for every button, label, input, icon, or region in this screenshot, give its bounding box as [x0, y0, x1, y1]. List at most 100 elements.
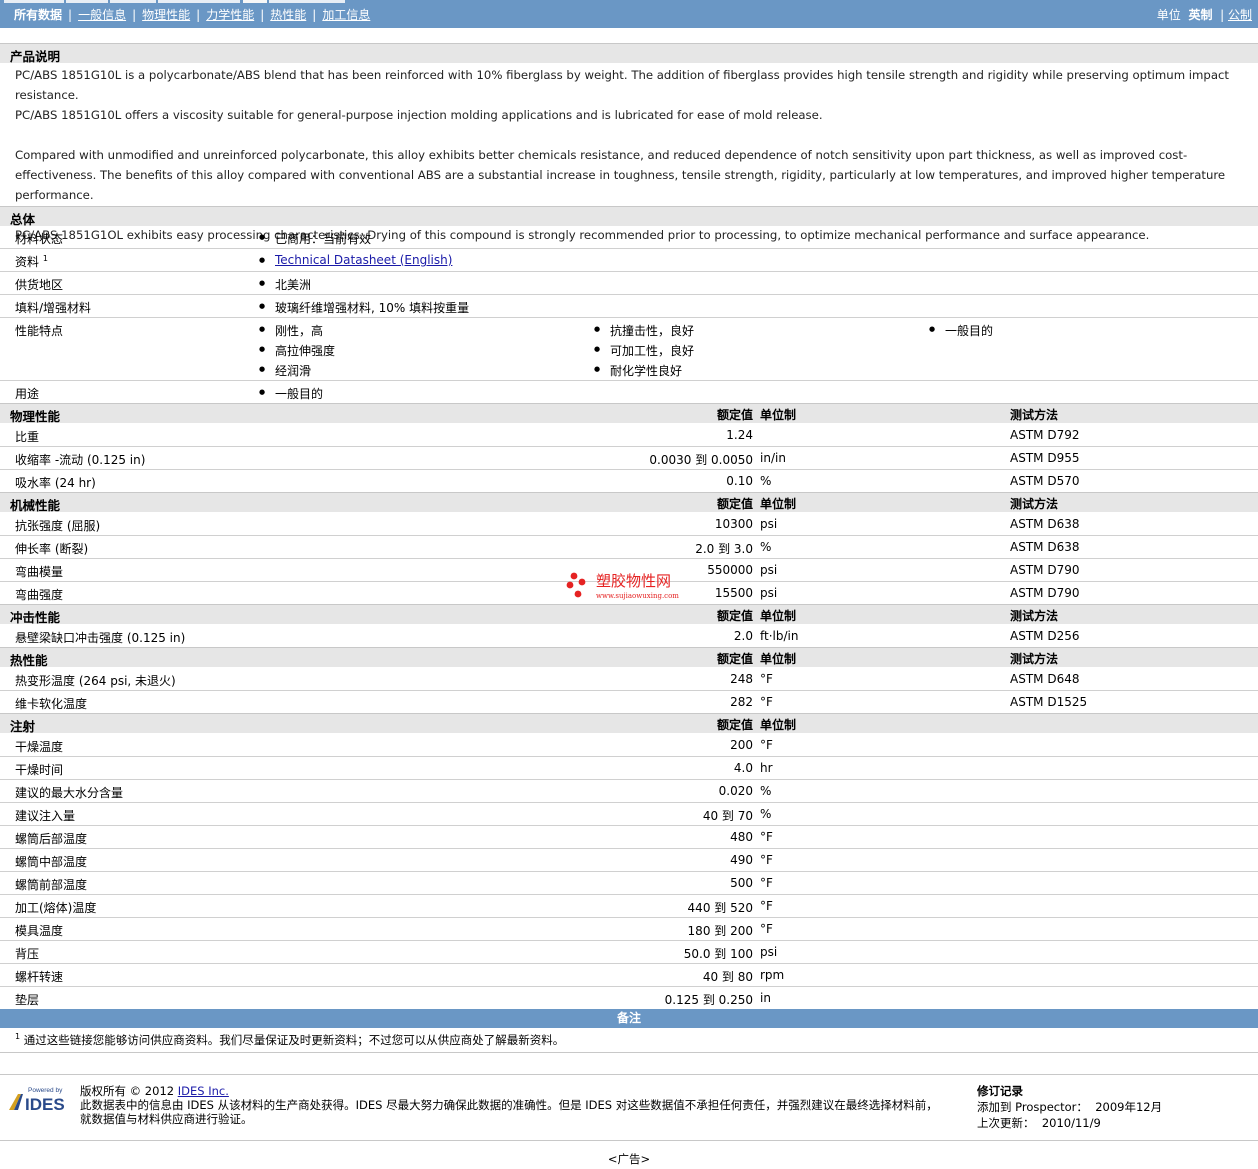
row-label: 用途: [15, 387, 40, 401]
row-method: ASTM D955: [1010, 451, 1080, 465]
technical-datasheet-link[interactable]: Technical Datasheet (English): [275, 253, 452, 267]
tab-stub[interactable]: [243, 0, 268, 3]
description-paragraph: Compared with unmodified and unreinforce…: [15, 148, 1226, 202]
added-label: 添加到 Prospector：: [977, 1100, 1088, 1114]
updated-value: 2010/11/9: [1041, 1116, 1101, 1130]
docs-label: 资料: [15, 255, 40, 269]
footnote-number: 1: [15, 1032, 21, 1042]
nav-link-thermal[interactable]: 热性能: [270, 8, 306, 22]
divider: [0, 1052, 1258, 1053]
table-row: 资料 1 Technical Datasheet (English): [0, 249, 1258, 272]
table-row: 热变形温度 (264 psi, 未退火) 248 °F ASTM D648: [0, 668, 1258, 691]
row-value: 282: [730, 695, 753, 709]
table-row: 加工(熔体)温度 440 到 520 °F: [0, 895, 1258, 918]
row-label: 填料/增强材料: [15, 301, 92, 315]
row-value: 490: [730, 853, 753, 867]
row-unit: psi: [760, 517, 778, 531]
table-row: 性能特点 刚性，高 高拉伸强度 经润滑 抗撞击性，良好 可加工性，良好 耐化学性…: [0, 318, 1258, 381]
table-row: 垫层 0.125 到 0.250 in: [0, 987, 1258, 1009]
ad-label[interactable]: <广告>: [0, 1151, 1258, 1167]
row-value: 一般目的: [259, 385, 323, 402]
row-unit: %: [760, 784, 772, 798]
row-method: ASTM D790: [1010, 586, 1080, 600]
revision-title: 修订记录: [977, 1084, 1023, 1098]
table-row: 维卡软化温度 282 °F ASTM D1525: [0, 691, 1258, 713]
tab-stub[interactable]: [110, 0, 157, 3]
unit-switcher: 单位 英制 | 公制: [1157, 6, 1252, 23]
row-unit: °F: [760, 695, 773, 709]
tab-stub[interactable]: [66, 0, 109, 3]
description-paragraph: PC/ABS 1851G10L offers a viscosity suita…: [15, 108, 823, 122]
column-header-unit: 单位制: [760, 652, 797, 666]
ides-logo[interactable]: Powered by IDES: [8, 1085, 70, 1113]
row-value: 40 到 70: [702, 809, 753, 823]
disclaimer-line: 就数据值与材料供应商进行验证。: [80, 1112, 253, 1126]
tab-strip: [0, 0, 346, 4]
row-value: 玻璃纤维增强材料, 10% 填料按重量: [259, 299, 469, 316]
row-unit: °F: [760, 922, 773, 936]
table-row: 材料状态 已商用：当前有效: [0, 226, 1258, 249]
row-unit: °F: [760, 830, 773, 844]
column-header-method: 测试方法: [1010, 497, 1059, 511]
nav-all-data[interactable]: 所有数据: [14, 8, 62, 22]
table-row: 模具温度 180 到 200 °F: [0, 918, 1258, 941]
watermark-text: 塑胶物性网: [596, 572, 671, 590]
nav-link-physical[interactable]: 物理性能: [142, 8, 190, 22]
tab-stub[interactable]: [4, 0, 65, 3]
feature-item: 经润滑: [259, 362, 311, 379]
column-header-unit: 单位制: [760, 609, 797, 623]
section-header-mechanical: 机械性能 额定值 单位制 测试方法: [0, 492, 1258, 513]
row-value: 1.24: [726, 428, 753, 442]
logo-powered-by: Powered by: [28, 1087, 63, 1094]
row-method: ASTM D638: [1010, 540, 1080, 554]
nav-separator: |: [260, 8, 265, 22]
nav-link-mechanical[interactable]: 力学性能: [206, 8, 254, 22]
nav-separator: |: [196, 8, 201, 22]
column-header-nominal: 额定值: [716, 408, 753, 422]
table-row: 抗张强度 (屈服) 10300 psi ASTM D638: [0, 513, 1258, 536]
row-value: 50.0 到 100: [683, 947, 753, 961]
units-metric-link[interactable]: 公制: [1228, 8, 1252, 22]
table-row: 吸水率 (24 hr) 0.10 % ASTM D570: [0, 470, 1258, 492]
table-row: 供货地区 北美洲: [0, 272, 1258, 295]
row-value: 40 到 80: [702, 970, 753, 984]
units-label: 单位: [1156, 8, 1181, 22]
table-row: 螺筒前部温度 500 °F: [0, 872, 1258, 895]
tab-stub[interactable]: [269, 0, 346, 3]
added-value: 2009年12月: [1095, 1100, 1163, 1114]
column-header-nominal: 额定值: [716, 652, 753, 666]
feature-item: 抗撞击性，良好: [594, 322, 694, 339]
table-row: 建议注入量 40 到 70%: [0, 803, 1258, 826]
ides-link[interactable]: IDES Inc.: [178, 1084, 229, 1098]
row-label: 资料 1: [15, 253, 48, 270]
table-row: 螺筒中部温度 490 °F: [0, 849, 1258, 872]
row-value: 0.0030 到 0.0050: [649, 453, 753, 467]
column-header-method: 测试方法: [1010, 652, 1059, 666]
footnote-ref: 1: [42, 254, 48, 263]
row-unit: %: [760, 474, 772, 488]
row-unit: ft·lb/in: [760, 629, 799, 643]
divider: [0, 1074, 1258, 1075]
tab-stub[interactable]: [158, 0, 241, 3]
row-label: 材料状态: [15, 232, 64, 246]
row-value: 200: [730, 738, 753, 752]
column-header-unit: 单位制: [760, 497, 797, 511]
description-paragraph: PC/ABS 1851G10L is a polycarbonate/ABS b…: [15, 68, 1230, 102]
nav-link-general[interactable]: 一般信息: [78, 8, 126, 22]
row-unit: %: [760, 807, 772, 821]
table-row: 螺筒后部温度 480 °F: [0, 826, 1258, 849]
column-header-method: 测试方法: [1010, 609, 1059, 623]
column-header-nominal: 额定值: [716, 609, 753, 623]
nav-separator: |: [132, 8, 137, 22]
table-row: 建议的最大水分含量 0.020%: [0, 780, 1258, 803]
row-method: ASTM D638: [1010, 517, 1080, 531]
nav-separator: |: [68, 8, 73, 22]
nav-link-processing[interactable]: 加工信息: [322, 8, 370, 22]
units-english[interactable]: 英制: [1188, 8, 1212, 22]
column-header-method: 测试方法: [1010, 408, 1059, 422]
copyright-block: 版权所有 © 2012 IDES Inc. 此数据表中的信息由 IDES 从该材…: [80, 1084, 938, 1126]
section-header-description: 产品说明: [0, 43, 1258, 64]
row-label: 性能特点: [15, 324, 64, 338]
footnote: 1 通过这些链接您能够访问供应商资料。我们尽量保证及时更新资料；不过您可以从供应…: [15, 1032, 564, 1048]
section-header-injection: 注射 额定值 单位制: [0, 713, 1258, 734]
